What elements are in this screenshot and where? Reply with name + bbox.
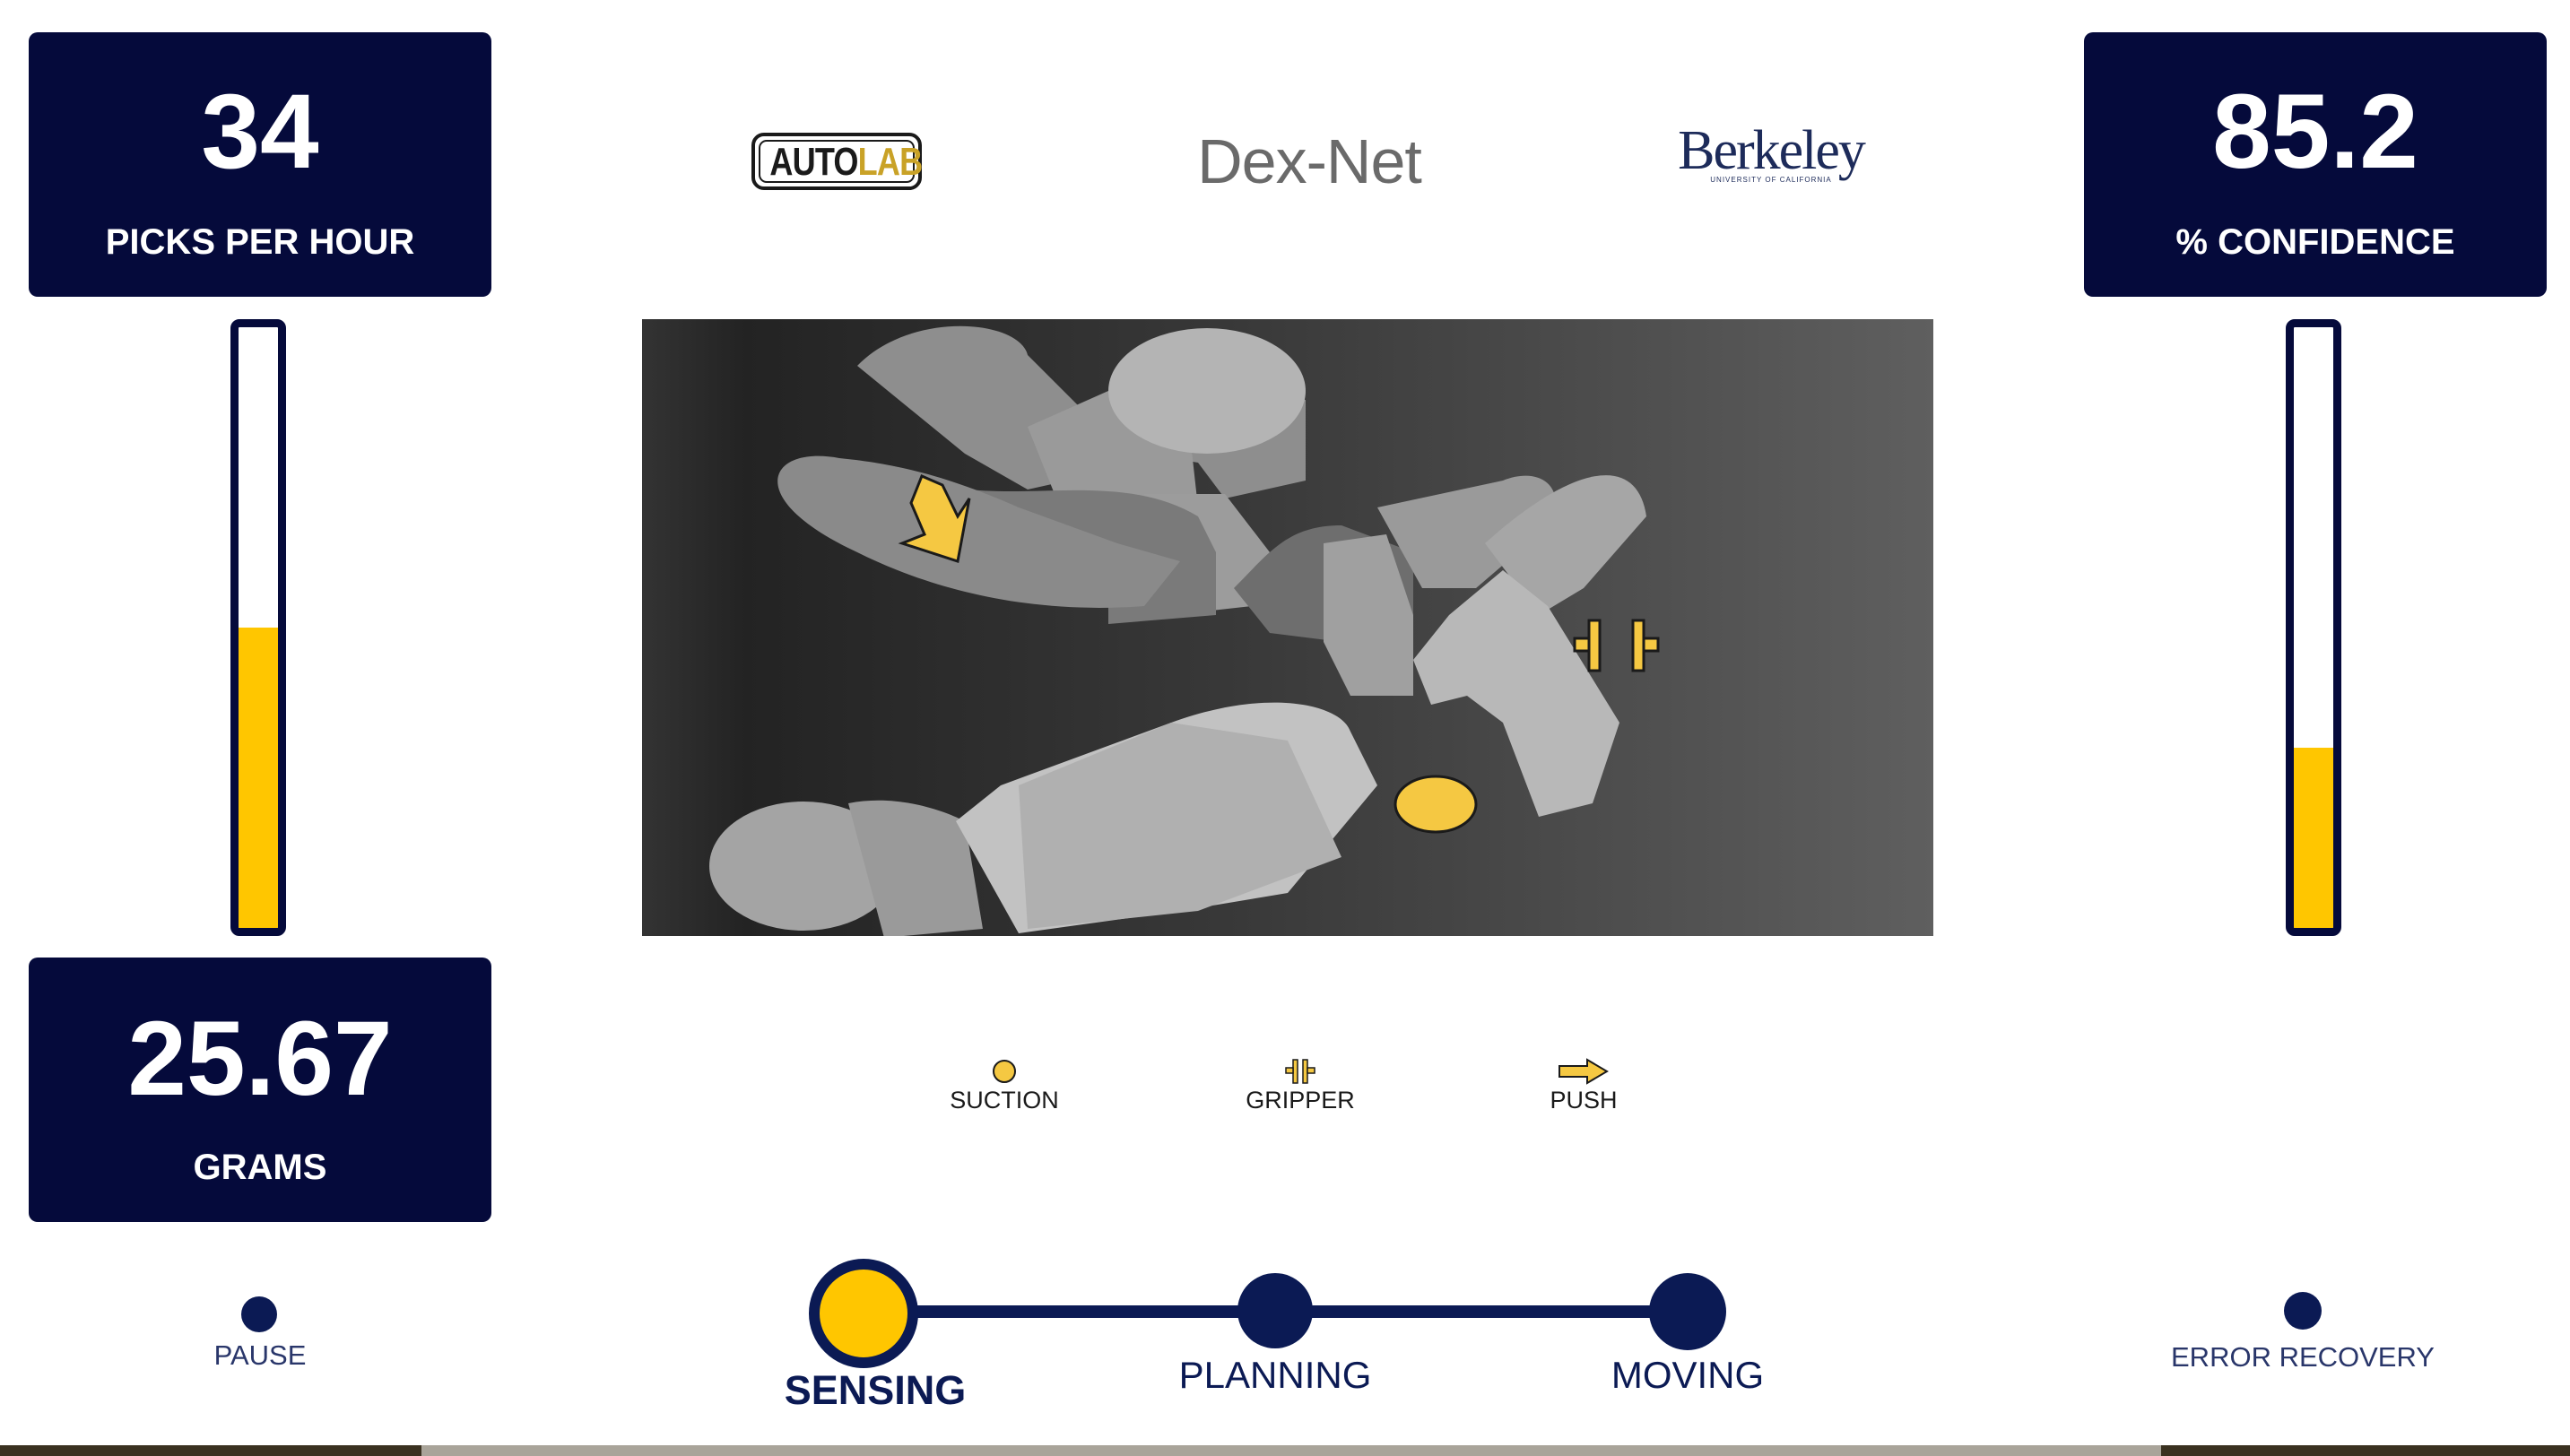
confidence-meter-fill [2294, 748, 2333, 928]
confidence-value: 85.2 [2212, 73, 2418, 191]
stage-moving-label: MOVING [1611, 1354, 1765, 1396]
stage-planning-label: PLANNING [1178, 1354, 1372, 1396]
autolab-lab-text: LAB [857, 140, 924, 184]
confidence-panel: 85.2 % CONFIDENCE [2084, 32, 2547, 297]
confidence-label: % CONFIDENCE [2175, 222, 2455, 262]
grams-value: 25.67 [127, 1000, 393, 1118]
stage-moving-node [1649, 1273, 1726, 1350]
picks-meter-fill [239, 628, 278, 928]
confidence-meter [2286, 319, 2341, 936]
depth-image [642, 319, 1933, 936]
suction-icon [993, 1060, 1016, 1083]
stage-planning-node [1237, 1273, 1313, 1348]
picks-per-hour-value: 34 [201, 73, 319, 191]
picks-meter [230, 319, 286, 936]
picks-per-hour-panel: 34 PICKS PER HOUR [29, 32, 491, 297]
grams-panel: 25.67 GRAMS [29, 958, 491, 1222]
legend-suction-label: SUCTION [950, 1087, 1059, 1114]
legend-suction: SUCTION [924, 1058, 1085, 1114]
grams-label: GRAMS [193, 1148, 327, 1187]
picks-per-hour-label: PICKS PER HOUR [105, 222, 415, 262]
autolab-logo: AUTOLAB [751, 133, 924, 190]
error-recovery-button[interactable] [2284, 1292, 2322, 1330]
gripper-icon [1285, 1059, 1315, 1084]
stage-sensing-label: SENSING [784, 1367, 967, 1413]
push-icon [1558, 1058, 1609, 1085]
autolab-auto-text: AUTO [769, 140, 858, 184]
berkeley-wordmark: Berkeley [1678, 120, 1866, 181]
dexnet-logo: Dex-Net [1197, 126, 1422, 196]
bottom-edge-strip-center [421, 1445, 2161, 1456]
legend-gripper: GRIPPER [1220, 1058, 1381, 1114]
legend-push-label: PUSH [1550, 1087, 1618, 1114]
pause-label[interactable]: PAUSE [170, 1339, 350, 1372]
stage-connector-2 [1287, 1305, 1699, 1318]
pause-button[interactable] [241, 1296, 277, 1332]
legend-push: PUSH [1503, 1058, 1664, 1114]
suction-marker [1394, 775, 1478, 834]
stage-sensing-node [809, 1259, 918, 1368]
legend-gripper-label: GRIPPER [1246, 1087, 1355, 1114]
error-recovery-label[interactable]: ERROR RECOVERY [2141, 1341, 2464, 1374]
berkeley-logo: Berkeley UNIVERSITY OF CALIFORNIA [1668, 122, 1874, 184]
stage-connector-1 [901, 1305, 1287, 1318]
